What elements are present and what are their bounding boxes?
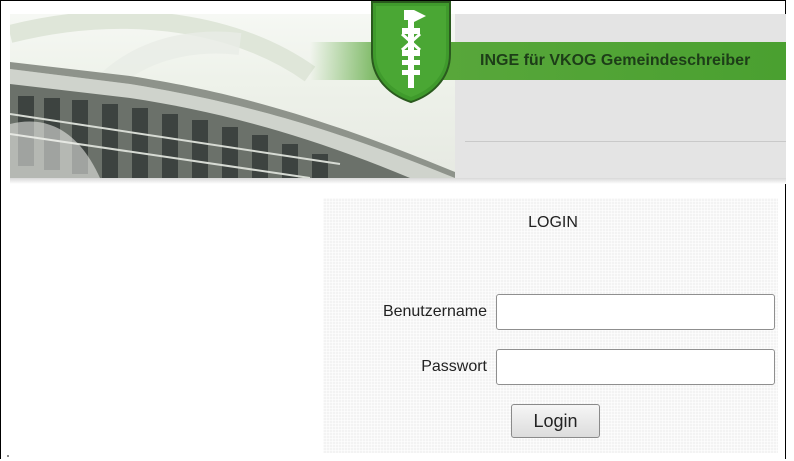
- login-button[interactable]: Login: [511, 404, 600, 438]
- header-shadow: [10, 178, 786, 184]
- password-label: Passwort: [421, 358, 487, 375]
- canton-st-gallen-crest-icon: [368, 0, 454, 109]
- username-input[interactable]: [496, 294, 775, 330]
- password-input[interactable]: [496, 349, 775, 385]
- username-label: Benutzername: [382, 303, 487, 320]
- login-heading: LOGIN: [528, 214, 578, 231]
- site-title: INGE für VKOG Gemeindeschreiber: [480, 52, 751, 69]
- header-divider: [465, 141, 786, 142]
- login-panel: LOGIN Benutzername Passwort Login: [323, 198, 778, 453]
- stray-mark: [7, 455, 9, 457]
